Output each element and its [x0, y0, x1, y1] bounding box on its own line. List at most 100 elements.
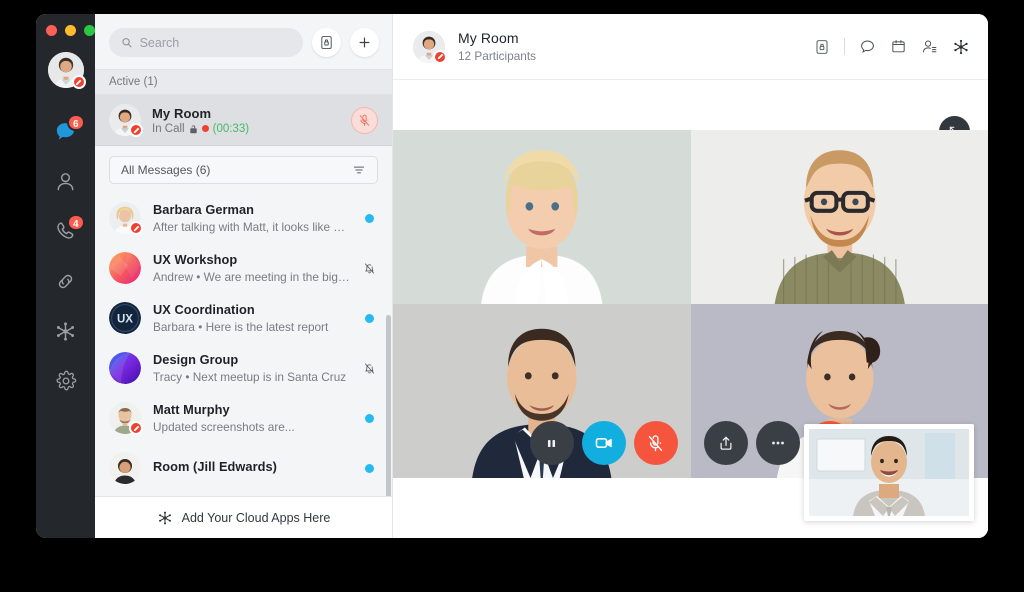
chat-button[interactable] [859, 38, 876, 55]
sidebar-item-messages[interactable]: 6 [36, 106, 95, 156]
mic-mute-button[interactable] [633, 421, 678, 465]
avatar [109, 202, 143, 235]
avatar-gradient [109, 352, 141, 384]
list-item[interactable]: UX UX Coordination Barbara • Here is the… [95, 293, 392, 343]
list-item-title: UX Workshop [153, 252, 238, 267]
room-header: My Room 12 Participants [393, 14, 988, 80]
more-options-button[interactable] [755, 421, 800, 465]
list-item-preview: Barbara • Here is the latest report [153, 320, 329, 334]
pause-icon [547, 439, 556, 447]
room-header-titles: My Room 12 Participants [458, 30, 801, 63]
calls-badge: 4 [67, 214, 85, 231]
edit-status-badge [129, 221, 143, 235]
edit-status-badge [129, 421, 143, 435]
search-input[interactable] [139, 35, 291, 50]
avatar [109, 352, 141, 384]
filter-lines-icon [353, 166, 365, 174]
sidebar-item-settings[interactable] [36, 356, 95, 406]
unread-indicator [362, 213, 376, 223]
list-item-preview: Updated screenshots are... [153, 420, 295, 434]
list-scrollbar[interactable] [386, 315, 391, 496]
pause-call-button[interactable] [529, 421, 574, 465]
muted-indicator [362, 262, 376, 275]
avatar-photo [109, 452, 141, 484]
edit-status-badge [129, 123, 143, 137]
video-area [393, 80, 988, 538]
active-section-header: Active (1) [95, 69, 392, 95]
main-panel: My Room 12 Participants [393, 14, 988, 538]
muted-indicator [362, 362, 376, 375]
secure-lock-button[interactable] [814, 39, 830, 55]
active-call-row[interactable]: My Room In Call (00:33) [95, 95, 392, 146]
share-upload-icon [719, 436, 732, 450]
search-box[interactable] [109, 28, 303, 57]
list-item-title: Room (Jill Edwards) [153, 459, 277, 474]
unread-indicator [362, 463, 376, 473]
sidebar-item-apps[interactable] [36, 306, 95, 356]
secure-lock-icon [321, 36, 332, 49]
video-toggle-button[interactable] [581, 421, 626, 465]
list-item[interactable]: UX Workshop Andrew • We are meeting in t… [95, 243, 392, 293]
add-cloud-apps-button[interactable]: Add Your Cloud Apps Here [95, 496, 392, 538]
video-tile[interactable] [393, 130, 691, 304]
avatar [109, 252, 141, 284]
list-item-preview: Tracy • Next meetup is in Santa Cruz [153, 370, 347, 384]
list-item[interactable]: Barbara German After talking with Matt, … [95, 193, 392, 243]
person-icon [57, 172, 74, 190]
list-item[interactable]: Design Group Tracy • Next meetup is in S… [95, 343, 392, 393]
sidebar-item-calls[interactable]: 4 [36, 206, 95, 256]
call-timer: (00:33) [212, 122, 250, 135]
list-item[interactable]: Room (Jill Edwards) [95, 443, 392, 493]
close-window-button[interactable] [46, 25, 57, 36]
filter-label: All Messages (6) [121, 163, 211, 177]
more-dots-icon [771, 441, 784, 445]
video-tile[interactable] [690, 130, 988, 304]
sidebar-item-links[interactable] [36, 256, 95, 306]
secure-lock-icon [816, 39, 828, 54]
unread-indicator [362, 413, 376, 423]
list-item-body: UX Workshop Andrew • We are meeting in t… [153, 252, 350, 284]
add-button[interactable] [350, 28, 379, 57]
mute-toggle-button[interactable] [351, 106, 378, 134]
unread-indicator [362, 313, 376, 323]
lock-icon [189, 124, 197, 133]
edit-status-badge[interactable] [71, 75, 86, 89]
minimize-window-button[interactable] [65, 25, 76, 36]
sidebar-item-contacts[interactable] [36, 156, 95, 206]
list-item-body: Barbara German After talking with Matt, … [153, 202, 350, 234]
header-divider [844, 38, 845, 55]
secure-lock-button[interactable] [312, 28, 341, 57]
bell-muted-icon [364, 362, 374, 374]
list-item-body: Design Group Tracy • Next meetup is in S… [153, 352, 350, 384]
message-list[interactable]: Barbara German After talking with Matt, … [95, 193, 392, 496]
list-item-title: UX Coordination [153, 302, 255, 317]
participants-count: 12 Participants [458, 49, 537, 63]
whiteboard-button[interactable] [890, 38, 907, 55]
chat-bubble-icon [861, 40, 874, 53]
mic-muted-icon [359, 114, 370, 126]
self-avatar[interactable] [47, 52, 86, 89]
call-status-text: In Call [152, 122, 185, 135]
self-video-preview[interactable] [804, 424, 974, 521]
message-filter-dropdown[interactable]: All Messages (6) [109, 156, 378, 184]
active-room-meta: My Room In Call (00:33) [152, 106, 340, 135]
list-item-body: Matt Murphy Updated screenshots are... [153, 402, 350, 434]
bell-muted-icon [364, 262, 374, 274]
messages-badge: 6 [67, 114, 85, 131]
share-screen-button[interactable] [703, 421, 748, 465]
app-window: 6 4 Search Active (1) My Room In Call (0… [36, 14, 988, 538]
participants-icon [923, 40, 937, 53]
list-item-title: Design Group [153, 352, 239, 367]
apps-button[interactable] [952, 38, 970, 56]
maximize-window-button[interactable] [84, 25, 95, 36]
participants-button[interactable] [921, 38, 938, 55]
whiteboard-icon [892, 39, 905, 53]
gear-icon [56, 370, 76, 391]
avatar: UX [109, 302, 141, 334]
avatar-initials: UX [109, 302, 141, 334]
video-camera-icon [595, 438, 612, 448]
search-icon [122, 38, 132, 48]
svg-text:UX: UX [117, 313, 133, 325]
apps-hub-icon [56, 321, 75, 341]
list-item[interactable]: Matt Murphy Updated screenshots are... [95, 393, 392, 443]
